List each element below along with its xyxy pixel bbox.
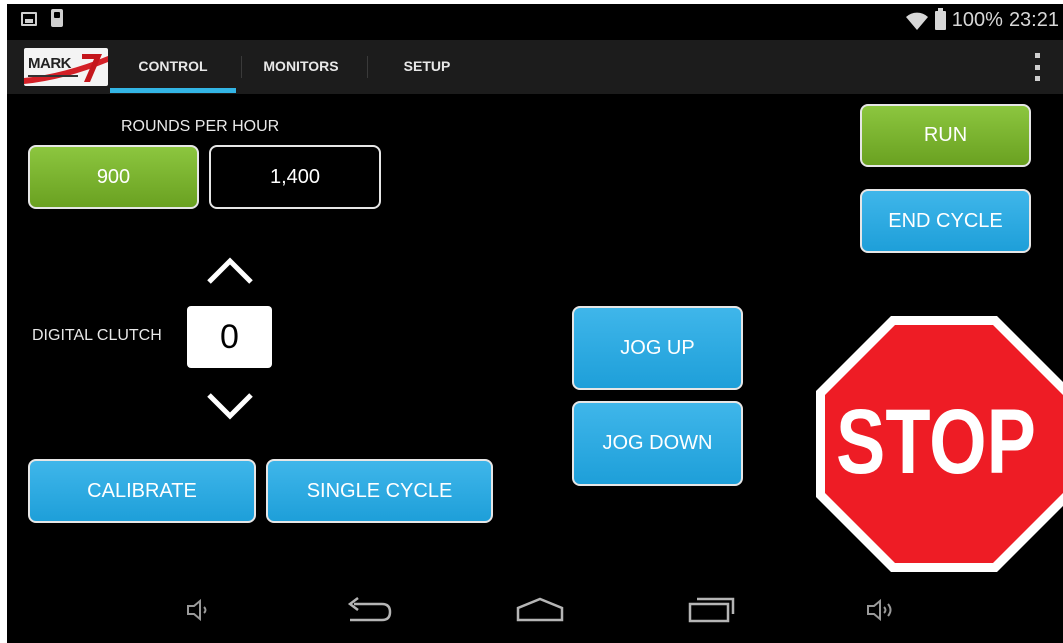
tab-control[interactable]: CONTROL: [110, 40, 236, 94]
screen-bezel-left: [0, 0, 7, 643]
mark7-logo: MARK: [24, 48, 108, 86]
end-cycle-button[interactable]: END CYCLE: [860, 189, 1031, 253]
logo-text: MARK: [28, 55, 72, 72]
battery-percentage: 100%: [951, 9, 1003, 31]
run-button[interactable]: RUN: [860, 104, 1031, 167]
rounds-per-hour-label: ROUNDS PER HOUR: [121, 118, 280, 135]
system-nav-bar: [7, 580, 1063, 643]
stop-sign-text: STOP: [836, 391, 1036, 493]
wifi-icon: [905, 11, 929, 31]
overflow-menu-icon[interactable]: [1033, 53, 1041, 81]
battery-icon: [934, 8, 946, 30]
tab-setup[interactable]: SETUP: [368, 40, 486, 94]
volume-up-icon[interactable]: [865, 598, 897, 622]
notification-icons: [21, 9, 63, 27]
usb-notification-icon: [51, 9, 63, 27]
clutch-up-chevron-icon[interactable]: [206, 257, 254, 285]
action-bar: MARK CONTROL MONITORS SETUP: [7, 40, 1063, 94]
clutch-down-chevron-icon[interactable]: [206, 392, 254, 420]
single-cycle-button[interactable]: SINGLE CYCLE: [266, 459, 493, 523]
jog-up-button[interactable]: JOG UP: [572, 306, 743, 390]
active-tab-indicator: [110, 88, 236, 93]
recent-apps-icon[interactable]: [687, 594, 737, 624]
tab-monitors[interactable]: MONITORS: [242, 40, 360, 94]
home-icon[interactable]: [514, 596, 566, 624]
volume-down-icon[interactable]: [185, 598, 213, 622]
stop-sign-button[interactable]: STOP: [816, 316, 1063, 572]
system-indicators: 100% 23:21: [905, 8, 1059, 32]
picture-notification-icon: [21, 12, 37, 26]
clock: 23:21: [1008, 9, 1059, 31]
rph-1400-button[interactable]: 1,400: [209, 145, 381, 209]
calibrate-button[interactable]: CALIBRATE: [28, 459, 256, 523]
back-icon[interactable]: [344, 596, 394, 624]
digital-clutch-value[interactable]: 0: [187, 306, 272, 368]
digital-clutch-label: DIGITAL CLUTCH: [32, 327, 162, 344]
jog-down-button[interactable]: JOG DOWN: [572, 401, 743, 486]
app-screen: 100% 23:21 MARK CONTROL MONITORS SETUP R…: [0, 0, 1063, 643]
rph-900-button[interactable]: 900: [28, 145, 199, 209]
status-bar: 100% 23:21: [7, 4, 1063, 40]
